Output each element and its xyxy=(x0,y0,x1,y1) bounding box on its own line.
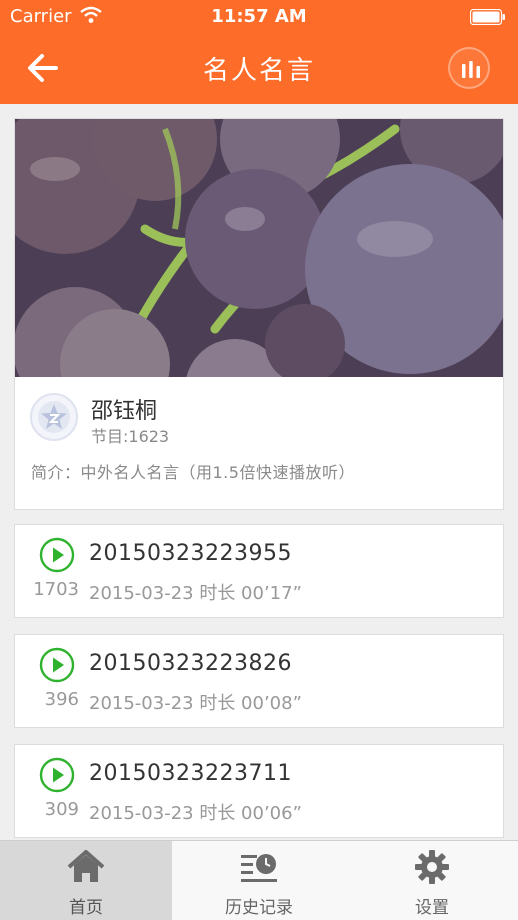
track-title: 20150323223711 xyxy=(89,761,292,786)
status-bar: Carrier 11:57 AM xyxy=(0,0,518,34)
track-meta: 2015-03-23 时长 00’08” xyxy=(89,693,302,714)
tab-home[interactable]: 首页 xyxy=(0,841,172,920)
battery-icon xyxy=(470,9,505,25)
track-meta: 2015-03-23 时长 00’06” xyxy=(89,803,302,824)
tab-bar: 首页 历史记录 设置 xyxy=(0,840,518,920)
track-title: 20150323223955 xyxy=(89,541,292,566)
track-item[interactable]: 20150323223955 1703 2015-03-23 时长 00’17” xyxy=(14,524,504,618)
star-badge-icon xyxy=(38,401,70,433)
tab-settings[interactable]: 设置 xyxy=(346,841,518,920)
tab-history[interactable]: 历史记录 xyxy=(173,841,345,920)
play-icon[interactable] xyxy=(39,647,75,683)
history-icon xyxy=(241,854,277,882)
play-icon[interactable] xyxy=(39,537,75,573)
gear-icon xyxy=(415,850,449,884)
author-avatar xyxy=(30,393,78,441)
equalizer-icon xyxy=(462,61,480,78)
page-title: 名人名言 xyxy=(202,56,315,86)
track-meta: 2015-03-23 时长 00’17” xyxy=(89,583,302,604)
album-intro: 简介：中外名人名言（用1.5倍快速播放听） xyxy=(31,463,355,482)
track-item[interactable]: 20150323223826 396 2015-03-23 时长 00’08” xyxy=(14,634,504,728)
navigation-bar: Carrier 11:57 AM 名人名言 xyxy=(0,0,518,104)
tab-history-label: 历史记录 xyxy=(225,898,293,918)
album-card: 邵钰桐 节目:1623 简介：中外名人名言（用1.5倍快速播放听） xyxy=(14,118,504,510)
play-count: 1703 xyxy=(33,579,79,600)
now-playing-button[interactable] xyxy=(448,47,490,89)
album-cover-image xyxy=(15,119,503,377)
author-name: 邵钰桐 xyxy=(91,399,158,424)
track-item[interactable]: 20150323223711 309 2015-03-23 时长 00’06” xyxy=(14,744,504,838)
track-title: 20150323223826 xyxy=(89,651,292,676)
episode-count: 节目:1623 xyxy=(91,427,170,446)
home-icon xyxy=(67,850,105,882)
play-icon[interactable] xyxy=(39,757,75,793)
play-count: 309 xyxy=(44,799,79,820)
status-time: 11:57 AM xyxy=(211,6,307,27)
tab-home-label: 首页 xyxy=(69,898,103,918)
tab-settings-label: 设置 xyxy=(415,898,449,918)
play-count: 396 xyxy=(44,689,79,710)
